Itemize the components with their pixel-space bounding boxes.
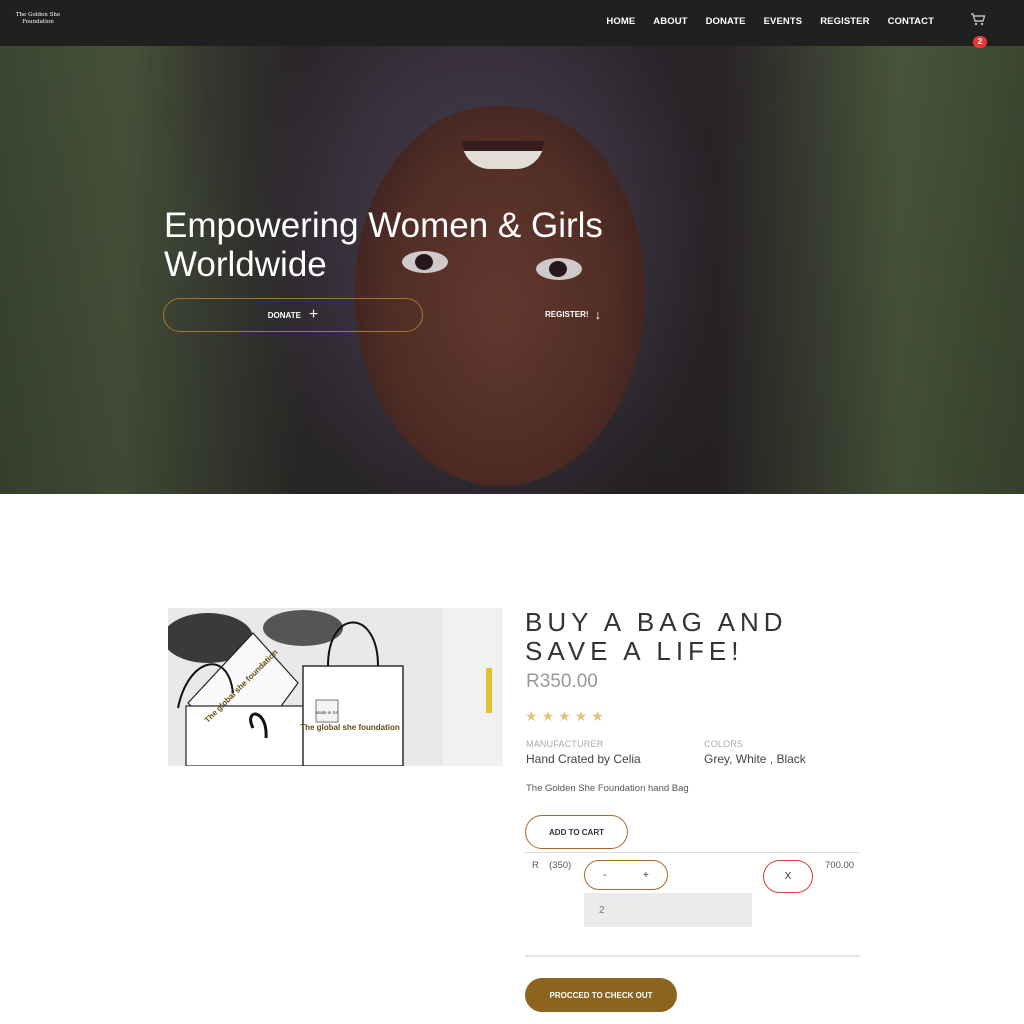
hero-title-line-2: Worldwide: [164, 245, 327, 284]
cart-line-unit-price: (350): [549, 860, 572, 871]
quantity-stepper: - +: [584, 860, 668, 890]
manufacturer-value: Hand Crated by Celia: [526, 752, 641, 766]
hero-title-line-1: Empowering Women & Girls: [164, 206, 603, 245]
nav-links: HOME ABOUT DONATE EVENTS REGISTER CONTAC…: [588, 16, 934, 27]
nav-home[interactable]: HOME: [606, 16, 635, 27]
arrow-down-icon: ↓: [594, 306, 602, 322]
star-icon: ★: [558, 708, 571, 724]
product-title: BUY A BAG AND SAVE A LIFE!: [525, 608, 788, 666]
bag-print-text-2: The global she foundation: [300, 723, 400, 732]
hero-register-label: REGISTER!: [545, 309, 589, 319]
star-icon: ★: [525, 708, 538, 724]
brand-line-2: Foundation: [22, 19, 54, 25]
increase-quantity-button[interactable]: +: [637, 870, 655, 881]
brand-line-1: The Golden She: [15, 12, 61, 18]
decrease-quantity-button[interactable]: -: [597, 870, 612, 881]
nav-events[interactable]: EVENTS: [764, 16, 803, 27]
brand-logo[interactable]: The Golden She Foundation: [14, 12, 62, 26]
product-title-line-1: BUY A BAG AND: [525, 607, 788, 637]
star-icon: ★: [541, 708, 555, 724]
divider: [525, 852, 860, 853]
rating-stars: ★ ★ ★ ★ ★: [525, 708, 604, 725]
hero-donate-button[interactable]: DONATE +: [163, 298, 423, 332]
nav-contact[interactable]: CONTACT: [888, 16, 934, 27]
manufacturer-label: MANUFACTURER: [526, 739, 604, 749]
cart-line-total: 700.00: [825, 860, 855, 871]
product-description: The Golden She Foundation hand Bag: [526, 783, 689, 794]
hero-title: Empowering Women & Girls Worldwide: [164, 206, 764, 284]
nav-donate[interactable]: DONATE: [706, 16, 746, 27]
cart-count-badge: 2: [973, 36, 987, 48]
hero-register-button[interactable]: REGISTER! ↓: [545, 304, 601, 324]
cart-icon[interactable]: [970, 12, 990, 32]
bag-illustration: Made in SA The global she foundation The…: [168, 608, 503, 766]
nav-about[interactable]: ABOUT: [653, 16, 687, 27]
remove-item-button[interactable]: X: [763, 860, 813, 893]
colors-value: Grey, White , Black: [704, 752, 806, 766]
bag-tag-text: Made in SA: [315, 710, 338, 715]
divider: [525, 955, 860, 957]
quantity-input[interactable]: [584, 893, 752, 927]
nav-register[interactable]: REGISTER: [820, 16, 869, 27]
proceed-to-checkout-button[interactable]: PROCCED TO CHECK OUT: [525, 978, 677, 1012]
plus-icon: +: [308, 306, 319, 323]
cart-line-currency: R: [532, 860, 539, 871]
star-icon: ★: [591, 708, 604, 724]
colors-label: COLORS: [704, 739, 744, 749]
hero-donate-label: DONATE: [267, 310, 301, 320]
star-icon: ★: [574, 708, 588, 724]
hero-banner: Empowering Women & Girls Worldwide DONAT…: [0, 46, 1024, 494]
product-image: Made in SA The global she foundation The…: [168, 608, 503, 766]
product-price: R350.00: [526, 671, 598, 692]
add-to-cart-button[interactable]: ADD TO CART: [525, 815, 628, 849]
top-navbar: The Golden She Foundation HOME ABOUT DON…: [0, 0, 1024, 48]
product-title-line-2: SAVE A LIFE!: [525, 636, 744, 666]
